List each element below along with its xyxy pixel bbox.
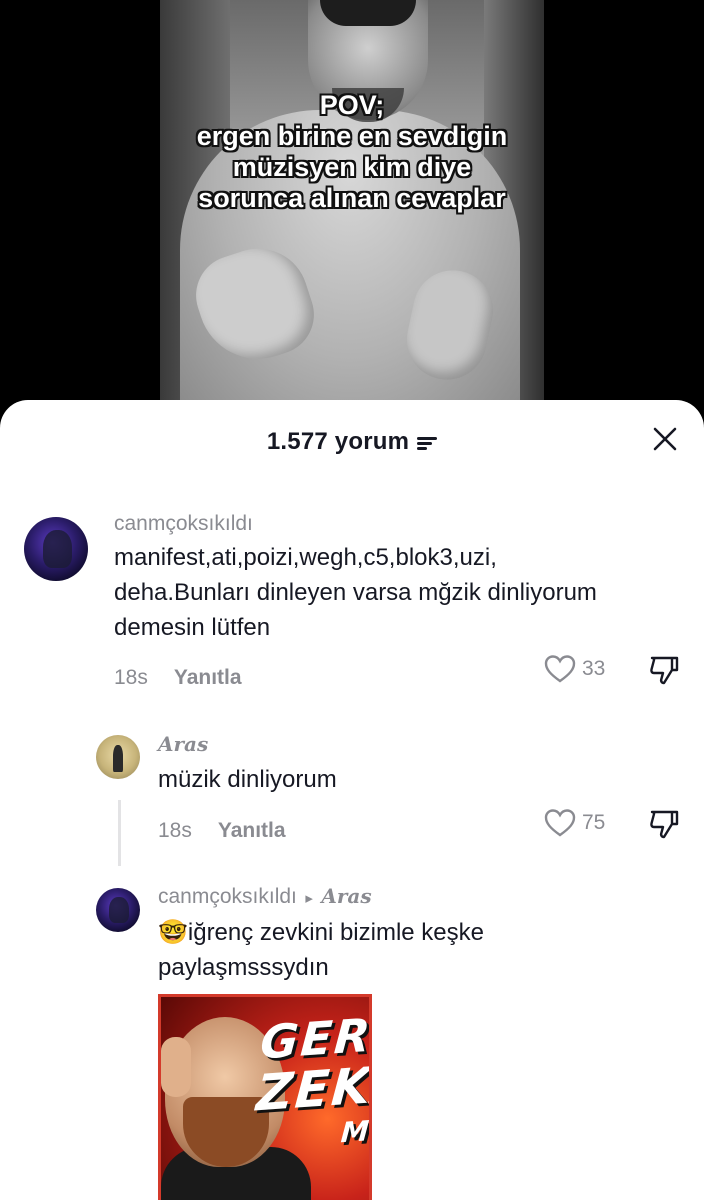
- video-caption: POV; ergen birine en sevdigin müzisyen k…: [160, 90, 544, 214]
- comment-text-line: manifest,ati,poizi,wegh,c5,blok3,uzi,: [114, 544, 497, 571]
- caption-line: POV;: [319, 90, 385, 120]
- comment-count: 1.577 yorum: [266, 428, 410, 455]
- thumbnail-person-hand: [161, 1037, 191, 1097]
- reply-to-username[interactable]: Aras: [321, 884, 371, 908]
- caption-line: ergen birine en sevdigin: [196, 121, 508, 151]
- like-count: 33: [582, 657, 606, 680]
- comment-image[interactable]: GERİ ZEKA MI: [158, 994, 372, 1200]
- thumbs-down-icon: [650, 656, 679, 685]
- like-count: 75: [582, 811, 606, 834]
- avatar[interactable]: [96, 888, 140, 932]
- dislike-button[interactable]: [648, 808, 680, 845]
- comment-text-line: demesin lütfen: [114, 614, 271, 641]
- heart-icon: [544, 655, 576, 683]
- reply-arrow-icon: ▸: [305, 890, 313, 907]
- comment-time: 18s: [114, 666, 148, 689]
- avatar[interactable]: [96, 735, 140, 779]
- comment-username[interactable]: canmçoksıkıldı: [114, 512, 253, 536]
- comment-meta: 18s Yanıtla: [114, 666, 242, 690]
- thumbs-down-icon: [650, 810, 679, 839]
- comment-text: manifest,ati,poizi,wegh,c5,blok3,uzi, de…: [114, 540, 694, 645]
- comment-username[interactable]: canmçoksıkıldı: [158, 885, 297, 908]
- close-icon: [653, 427, 677, 451]
- close-button[interactable]: [652, 426, 678, 452]
- comment-time: 18s: [158, 819, 192, 842]
- caption-line: sorunca alınan cevaplar: [198, 183, 506, 213]
- reply-button[interactable]: Yanıtla: [174, 666, 242, 689]
- comment-text-line: 🤓iğrenç zevkini bizimle keşke: [158, 919, 484, 946]
- comment-text: 🤓iğrenç zevkini bizimle keşke paylaşmsss…: [158, 915, 678, 985]
- caption-line: müzisyen kim diye: [232, 152, 472, 182]
- like-button[interactable]: 33: [544, 654, 605, 684]
- video-player[interactable]: POV; ergen birine en sevdigin müzisyen k…: [160, 0, 544, 410]
- person-hair: [320, 0, 416, 26]
- heart-icon: [544, 809, 576, 837]
- dislike-button[interactable]: [648, 654, 680, 691]
- thread-line: [118, 800, 121, 866]
- comment-username-row: canmçoksıkıldı ▸ Aras: [158, 884, 372, 909]
- comment-username[interactable]: Aras: [158, 732, 208, 756]
- comments-header: 1.577 yorum: [0, 422, 704, 462]
- comment-text: müzik dinliyorum: [158, 766, 337, 793]
- reply-button[interactable]: Yanıtla: [218, 819, 286, 842]
- thumbnail-text: MI: [339, 1113, 372, 1150]
- comment-text-line: deha.Bunları dinleyen varsa mğzik dinliy…: [114, 579, 597, 606]
- thumbnail-text: ZEKA: [254, 1053, 372, 1123]
- comment-text-line: paylaşmsssydın: [158, 954, 329, 981]
- sort-icon[interactable]: [417, 435, 438, 451]
- app-screen: POV; ergen birine en sevdigin müzisyen k…: [0, 0, 704, 1200]
- comment-meta: 18s Yanıtla: [158, 819, 286, 843]
- avatar[interactable]: [24, 517, 88, 581]
- like-button[interactable]: 75: [544, 808, 605, 838]
